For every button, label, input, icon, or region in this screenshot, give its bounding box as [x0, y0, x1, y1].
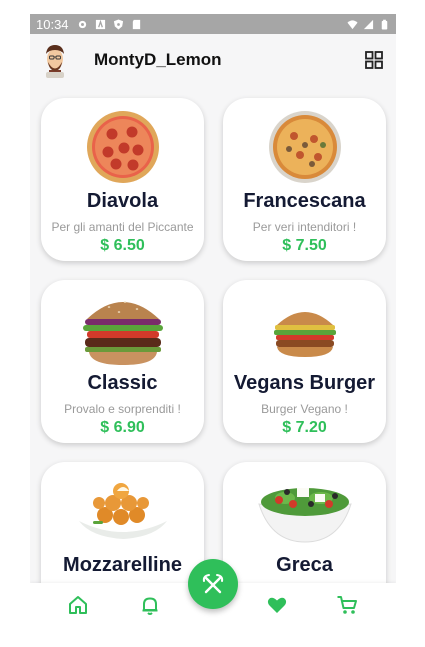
fried-mozzarella-image	[78, 483, 167, 539]
product-price: $ 7.20	[282, 419, 327, 436]
product-image	[41, 286, 204, 372]
greek-salad-image	[257, 488, 352, 543]
product-description: Per veri intenditori !	[252, 220, 357, 234]
product-card-classic[interactable]: Classic Provalo e sorprenditi ! $ 6.90	[41, 280, 204, 443]
product-card-greca[interactable]: Greca	[223, 462, 386, 583]
grid-view-icon[interactable]	[364, 50, 384, 70]
product-card-francescana[interactable]: Francescana Per veri intenditori ! $ 7.5…	[223, 98, 386, 261]
battery-icon	[381, 19, 388, 30]
settings-icon	[78, 20, 86, 28]
shield-icon	[113, 18, 123, 30]
product-name: Mozzarelline	[63, 554, 182, 576]
product-image	[41, 104, 204, 190]
a-box-icon	[95, 19, 105, 29]
fork-knife-icon	[202, 574, 224, 594]
product-price: $ 6.50	[100, 237, 145, 254]
product-name: Vegans Burger	[233, 372, 376, 394]
product-description: Per gli amanti del Piccante	[51, 220, 194, 234]
home-icon[interactable]	[67, 594, 89, 616]
signal-icon	[363, 19, 374, 29]
app-header: MontyD_Lemon	[30, 34, 396, 86]
product-price: $ 7.50	[282, 237, 327, 254]
product-card-vegans-burger[interactable]: Vegans Burger Burger Vegano ! $ 7.20	[223, 280, 386, 443]
sdcard-icon	[132, 19, 140, 29]
burger-classic-image	[82, 301, 163, 365]
product-grid: Diavola Per gli amanti del Piccante $ 6.…	[30, 86, 396, 583]
username: MontyD_Lemon	[94, 50, 222, 69]
menu-fab-button[interactable]	[188, 559, 238, 609]
status-bar: 10:34	[30, 14, 396, 34]
burger-vegan-image	[273, 312, 336, 357]
product-name: Diavola	[86, 190, 159, 212]
product-description: Provalo e sorprenditi !	[64, 402, 181, 416]
product-name: Classic	[87, 372, 158, 394]
product-card-mozzarelline[interactable]: Mozzarelline	[41, 462, 204, 583]
cart-icon[interactable]	[336, 594, 358, 616]
product-price: $ 6.90	[100, 419, 145, 436]
product-image	[41, 468, 204, 554]
bell-icon[interactable]	[139, 594, 161, 616]
product-name: Greca	[276, 554, 333, 576]
avatar-icon[interactable]	[42, 42, 68, 78]
product-card-diavola[interactable]: Diavola Per gli amanti del Piccante $ 6.…	[41, 98, 204, 261]
product-name: Francescana	[243, 190, 366, 212]
status-time: 10:34	[36, 16, 69, 32]
wifi-icon	[347, 19, 358, 29]
product-image	[223, 104, 386, 190]
heart-icon[interactable]	[266, 594, 288, 616]
product-image	[223, 286, 386, 372]
pizza-francescana-image	[268, 111, 341, 183]
app-screen: 10:34 MontyD_Lemon Diavola Per gli amant…	[30, 14, 396, 647]
pizza-diavola-image	[86, 111, 159, 183]
product-image	[223, 468, 386, 554]
product-description: Burger Vegano !	[261, 402, 348, 416]
